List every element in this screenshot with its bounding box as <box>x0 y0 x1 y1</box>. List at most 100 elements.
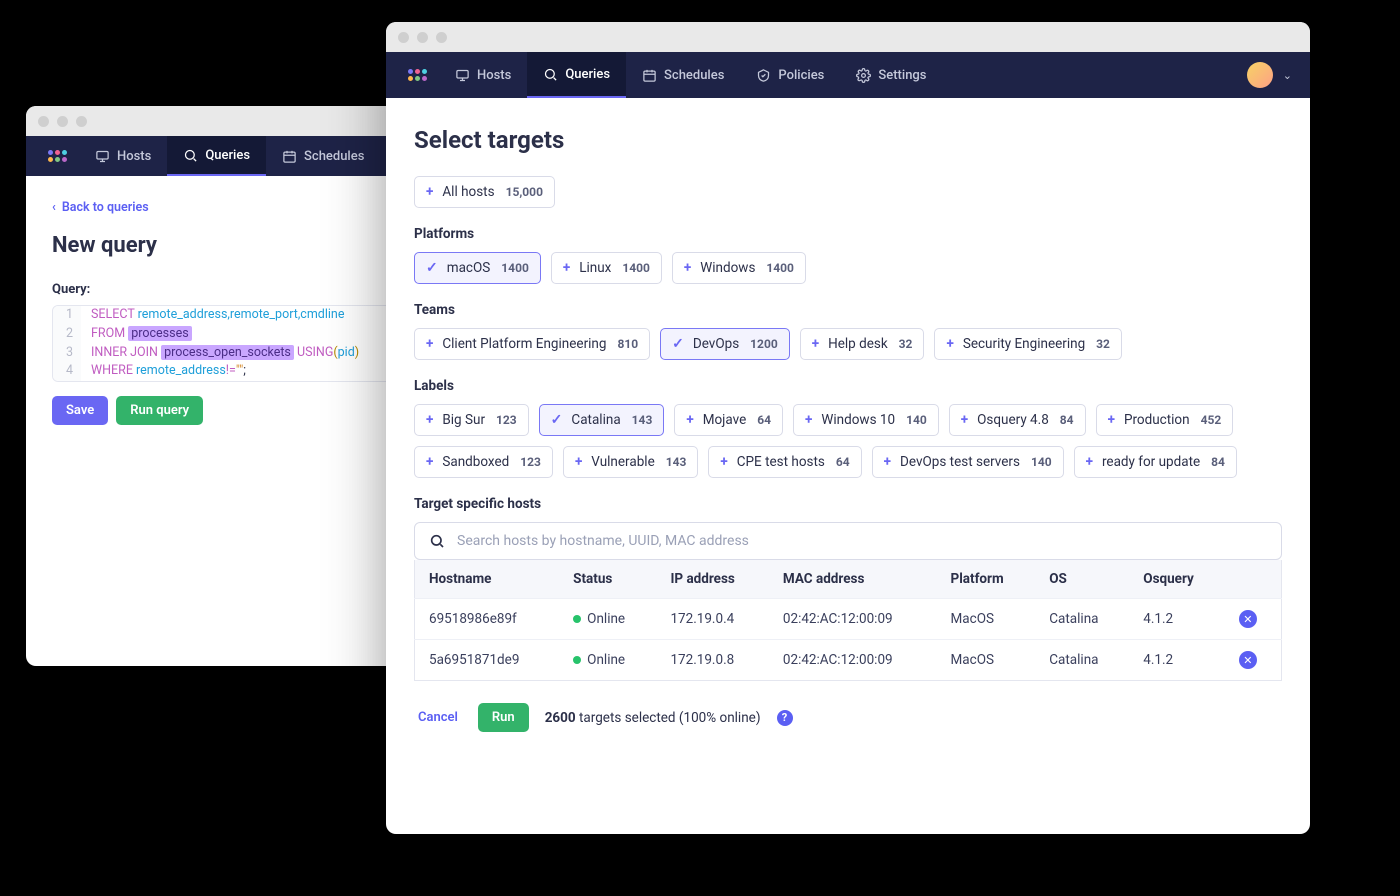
label-chip[interactable]: +Big Sur123 <box>414 404 529 436</box>
label-chip[interactable]: +ready for update84 <box>1074 446 1237 478</box>
foreground-window: Hosts Queries Schedules Policies Setting… <box>386 22 1310 834</box>
host-search[interactable] <box>414 522 1282 560</box>
platform-chip[interactable]: +Linux1400 <box>551 252 662 284</box>
chip-count: 64 <box>757 413 771 427</box>
label-chip[interactable]: +Vulnerable143 <box>563 446 698 478</box>
label-chip[interactable]: +DevOps test servers140 <box>872 446 1064 478</box>
status-dot-icon <box>573 656 581 664</box>
chip-count: 123 <box>496 413 517 427</box>
window-control-close[interactable] <box>38 116 49 127</box>
platform-chip[interactable]: ✓macOS1400 <box>414 252 541 284</box>
chip-count: 1200 <box>750 337 778 351</box>
col-mac: MAC address <box>769 560 937 599</box>
save-button[interactable]: Save <box>52 396 108 425</box>
check-icon: ✓ <box>551 412 563 428</box>
window-control-zoom[interactable] <box>76 116 87 127</box>
label-chip[interactable]: +Osquery 4.884 <box>949 404 1086 436</box>
chip-count: 1400 <box>622 261 650 275</box>
label-chip[interactable]: + CPE test hosts 64 <box>708 446 861 478</box>
nav-label: Policies <box>778 68 824 83</box>
cancel-button[interactable]: Cancel <box>414 703 462 732</box>
chip-label: Production <box>1124 412 1190 428</box>
plus-icon: + <box>426 184 433 200</box>
table-row[interactable]: 69518986e89fOnline172.19.0.402:42:AC:12:… <box>415 599 1282 640</box>
plus-icon: + <box>946 336 953 352</box>
label-chip[interactable]: +Sandboxed123 <box>414 446 553 478</box>
nav-settings[interactable]: Settings <box>840 52 942 98</box>
chip-label: DevOps <box>693 336 739 352</box>
status-dot-icon <box>573 615 581 623</box>
plus-icon: + <box>1086 454 1093 470</box>
cell-mac: 02:42:AC:12:00:09 <box>769 640 937 681</box>
window-control-close[interactable] <box>398 32 409 43</box>
back-to-queries-link[interactable]: ‹ Back to queries <box>52 200 149 215</box>
cell-osquery: 4.1.2 <box>1129 640 1225 681</box>
chip-all-hosts[interactable]: + All hosts 15,000 <box>414 176 555 208</box>
target-specific-hosts-heading: Target specific hosts <box>414 496 1282 512</box>
chip-label: macOS <box>447 260 491 276</box>
cell-os: Catalina <box>1035 640 1129 681</box>
label-chip[interactable]: +Production452 <box>1096 404 1234 436</box>
plus-icon: + <box>884 454 891 470</box>
team-chip[interactable]: +Security Engineering32 <box>934 328 1122 360</box>
chip-label: CPE test hosts <box>737 454 825 470</box>
chip-count: 143 <box>666 455 687 469</box>
nav-policies[interactable]: Policies <box>740 52 840 98</box>
nav-schedules[interactable]: Schedules <box>266 136 380 176</box>
logo[interactable] <box>36 136 79 176</box>
table-row[interactable]: 5a6951871de9Online172.19.0.802:42:AC:12:… <box>415 640 1282 681</box>
nav-queries[interactable]: Queries <box>167 136 266 176</box>
team-chip[interactable]: ✓DevOps1200 <box>660 328 790 360</box>
team-chip[interactable]: +Help desk32 <box>800 328 925 360</box>
chip-label: Help desk <box>828 336 888 352</box>
run-button[interactable]: Run <box>478 703 529 732</box>
chip-label: Windows 10 <box>821 412 895 428</box>
nav-hosts[interactable]: Hosts <box>439 52 527 98</box>
label-chip[interactable]: +Mojave64 <box>674 404 783 436</box>
window-control-zoom[interactable] <box>436 32 447 43</box>
col-hostname: Hostname <box>415 560 560 599</box>
user-menu[interactable]: ⌄ <box>1247 52 1300 98</box>
chip-label: All hosts <box>442 184 494 200</box>
navbar: Hosts Queries Schedules Policies Setting… <box>386 52 1310 98</box>
window-control-minimize[interactable] <box>57 116 68 127</box>
plus-icon: + <box>805 412 812 428</box>
logo[interactable] <box>396 52 439 98</box>
col-os: OS <box>1035 560 1129 599</box>
plus-icon: + <box>812 336 819 352</box>
help-icon[interactable]: ? <box>777 710 793 726</box>
page-title: Select targets <box>414 126 1282 154</box>
plus-icon: + <box>720 454 727 470</box>
platform-chip[interactable]: +Windows1400 <box>672 252 806 284</box>
chip-label: Mojave <box>703 412 747 428</box>
col-status: Status <box>559 560 656 599</box>
remove-host-button[interactable]: ✕ <box>1239 610 1257 628</box>
col-platform: Platform <box>937 560 1036 599</box>
chip-label: Windows <box>700 260 755 276</box>
host-search-input[interactable] <box>457 533 1267 549</box>
search-icon <box>429 533 445 549</box>
chip-count: 123 <box>520 455 541 469</box>
window-control-minimize[interactable] <box>417 32 428 43</box>
label-chip[interactable]: +Windows 10140 <box>793 404 939 436</box>
chip-count: 143 <box>632 413 653 427</box>
nav-hosts[interactable]: Hosts <box>79 136 167 176</box>
labels-heading: Labels <box>414 378 1282 394</box>
plus-icon: + <box>961 412 968 428</box>
plus-icon: + <box>563 260 570 276</box>
run-query-button[interactable]: Run query <box>116 396 203 425</box>
plus-icon: + <box>575 454 582 470</box>
nav-schedules[interactable]: Schedules <box>626 52 740 98</box>
chevron-down-icon: ⌄ <box>1283 69 1292 82</box>
plus-icon: + <box>426 336 433 352</box>
chip-count: 64 <box>836 455 850 469</box>
cell-hostname: 5a6951871de9 <box>415 640 560 681</box>
team-chip[interactable]: +Client Platform Engineering810 <box>414 328 650 360</box>
teams-heading: Teams <box>414 302 1282 318</box>
nav-queries[interactable]: Queries <box>527 52 626 98</box>
chip-label: Client Platform Engineering <box>442 336 606 352</box>
cell-osquery: 4.1.2 <box>1129 599 1225 640</box>
remove-host-button[interactable]: ✕ <box>1239 651 1257 669</box>
chip-count: 1400 <box>766 261 794 275</box>
label-chip[interactable]: ✓Catalina143 <box>539 404 665 436</box>
